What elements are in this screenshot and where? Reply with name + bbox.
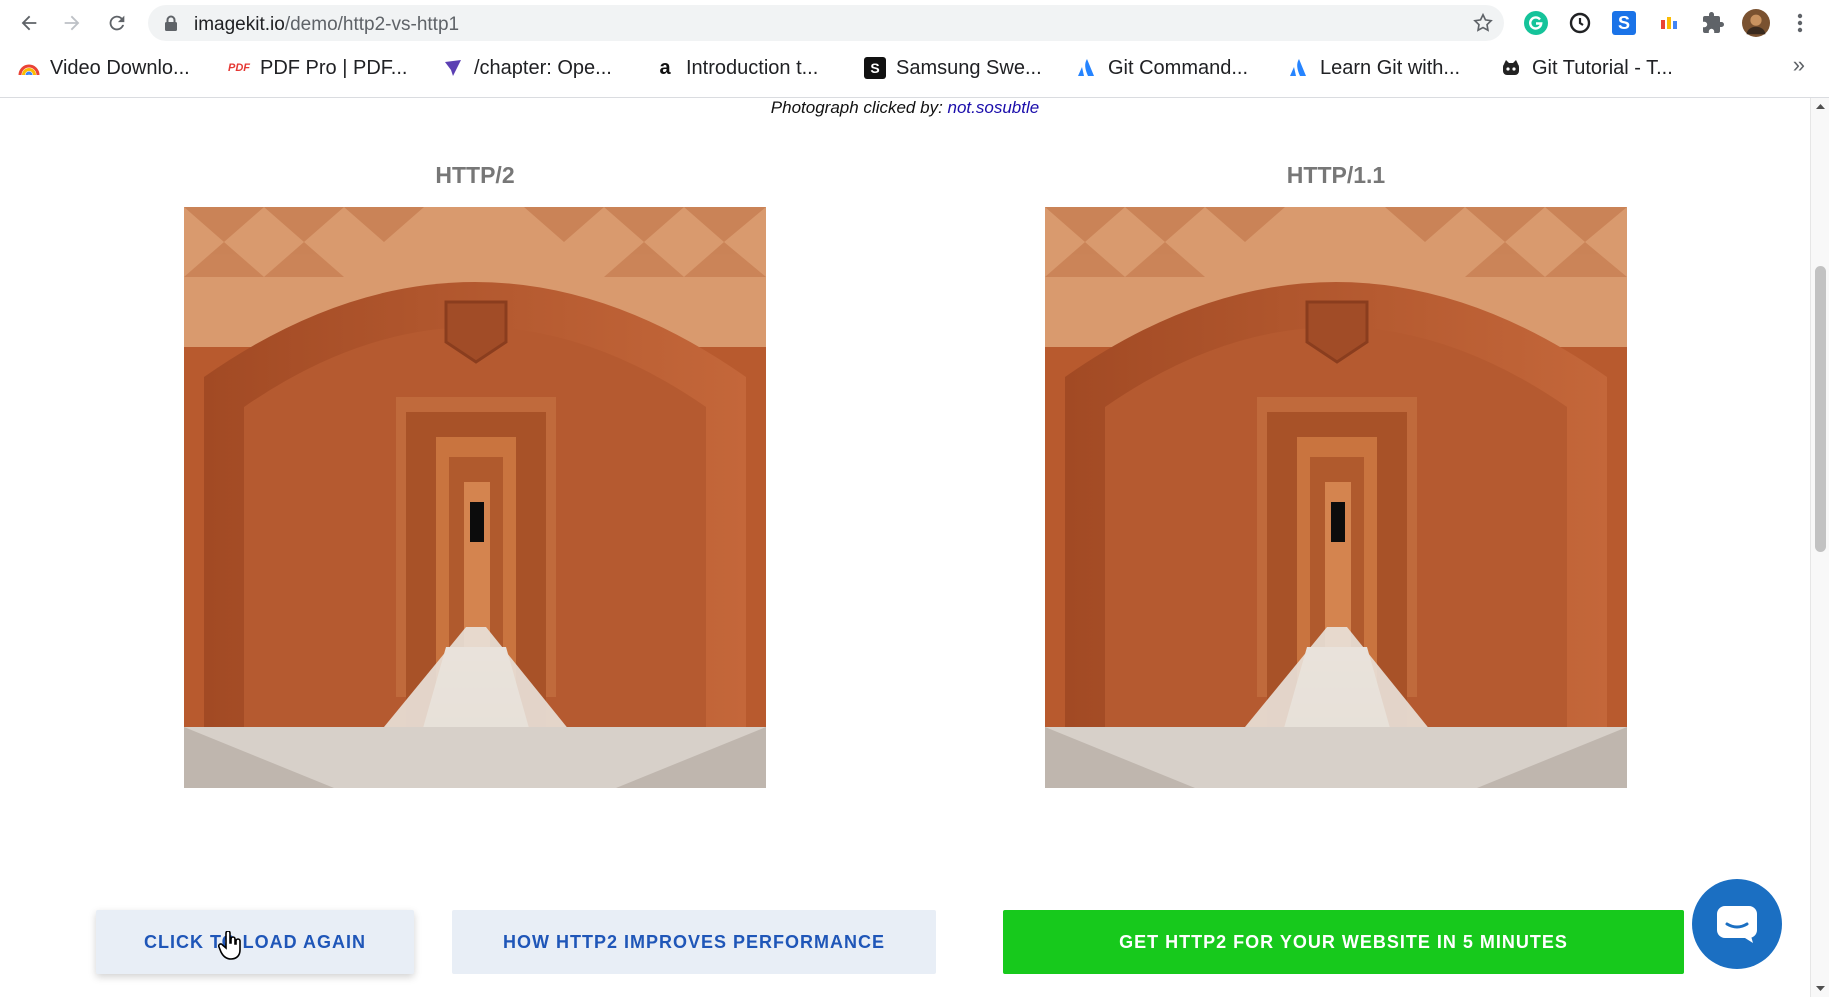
grammarly-icon [1524, 11, 1548, 35]
photo-credit: Photograph clicked by: not.sosubtle [0, 98, 1810, 118]
http2-title: HTTP/2 [435, 162, 515, 188]
bookmark-label: Introduction t... [686, 56, 819, 79]
feather-icon [445, 60, 461, 76]
forward-button[interactable] [56, 7, 88, 39]
bookmark-label: Learn Git with... [1320, 56, 1461, 79]
refresh-icon [109, 15, 125, 31]
corridor-photo [184, 207, 766, 788]
bookmark-label: PDF Pro | PDF... [260, 56, 408, 79]
grammarly-extension[interactable] [1522, 9, 1550, 37]
get-http2-button[interactable]: GET HTTP2 FOR YOUR WEBSITE IN 5 MINUTES [1003, 910, 1684, 974]
load-again-button[interactable]: CLICK TO LOAD AGAIN [96, 910, 414, 974]
page-scrollbar[interactable] [1810, 98, 1829, 997]
browser-menu-button[interactable] [1786, 9, 1814, 37]
reload-button[interactable] [101, 7, 133, 39]
arrow-left-icon [21, 15, 37, 31]
puzzle-icon [1703, 12, 1724, 33]
scrollbar-thumb[interactable] [1815, 266, 1826, 552]
samsung-icon: S [864, 57, 886, 79]
bar-chart-icon [1661, 17, 1677, 29]
atlassian-icon [1078, 59, 1094, 76]
bookmark-pdf-pro[interactable]: PDF PDF Pro | PDF... [228, 54, 407, 82]
chat-icon [1717, 906, 1757, 943]
bookmarks-bar: Video Downlo... PDF PDF Pro | PDF... /ch… [0, 48, 1829, 88]
lock-icon [165, 15, 177, 31]
http1-title: HTTP/1.1 [1286, 162, 1386, 188]
bookmark-git-tutorial[interactable]: Git Tutorial - T... [1500, 54, 1673, 82]
hand-cursor-icon [218, 931, 241, 960]
bars-extension[interactable] [1655, 9, 1683, 37]
scroll-up-icon[interactable] [1811, 100, 1829, 112]
credit-prefix: Photograph clicked by: [770, 98, 948, 117]
bookmark-chapter[interactable]: /chapter: Ope... [442, 54, 612, 82]
credit-link[interactable]: not.sosubtle [948, 98, 1040, 117]
arrow-right-icon [64, 15, 80, 31]
corridor-photo [1045, 207, 1627, 788]
bookmark-label: /chapter: Ope... [474, 56, 612, 79]
atlassian-icon [1290, 59, 1306, 76]
pdf-icon: PDF [228, 62, 250, 74]
http1-image [1045, 207, 1627, 788]
timer-extension[interactable] [1566, 9, 1594, 37]
bookmark-label: Git Command... [1108, 56, 1249, 79]
scroll-down-icon[interactable] [1811, 983, 1829, 995]
how-http2-button[interactable]: HOW HTTP2 IMPROVES PERFORMANCE [452, 910, 936, 974]
page-content: Photograph clicked by: not.sosubtle HTTP… [0, 98, 1810, 997]
bookmarks-overflow-button[interactable]: » [1793, 52, 1805, 78]
chat-button[interactable] [1692, 879, 1782, 969]
back-button[interactable] [13, 7, 45, 39]
amazon-icon: a [659, 56, 671, 79]
bookmark-samsung[interactable]: S Samsung Swe... [864, 54, 1042, 82]
bookmark-label: Video Downlo... [50, 56, 190, 79]
avatar-icon [1742, 9, 1770, 37]
bookmark-video-downloader[interactable]: Video Downlo... [18, 54, 190, 82]
more-vertical-icon [1797, 13, 1803, 33]
bookmark-star-icon[interactable] [1472, 12, 1494, 34]
s-icon: S [1612, 11, 1636, 35]
octocat-icon [1503, 60, 1519, 75]
browser-chrome: imagekit.io/demo/http2-vs-http1 S Video … [0, 0, 1829, 98]
profile-avatar[interactable] [1742, 9, 1770, 37]
s-extension[interactable]: S [1610, 9, 1638, 37]
bookmark-label: Git Tutorial - T... [1532, 56, 1673, 79]
browser-toolbar: imagekit.io/demo/http2-vs-http1 S [0, 0, 1829, 46]
bookmark-introduction[interactable]: a Introduction t... [654, 54, 818, 82]
http2-image [184, 207, 766, 788]
extensions-button[interactable] [1699, 9, 1727, 37]
bookmark-label: Samsung Swe... [896, 56, 1042, 79]
address-bar[interactable]: imagekit.io/demo/http2-vs-http1 [148, 5, 1504, 41]
rainbow-icon [18, 64, 40, 76]
url-text: imagekit.io/demo/http2-vs-http1 [194, 14, 460, 35]
bookmark-learn-git[interactable]: Learn Git with... [1288, 54, 1460, 82]
clock-icon [1569, 12, 1591, 34]
bookmark-git-command[interactable]: Git Command... [1076, 54, 1248, 82]
